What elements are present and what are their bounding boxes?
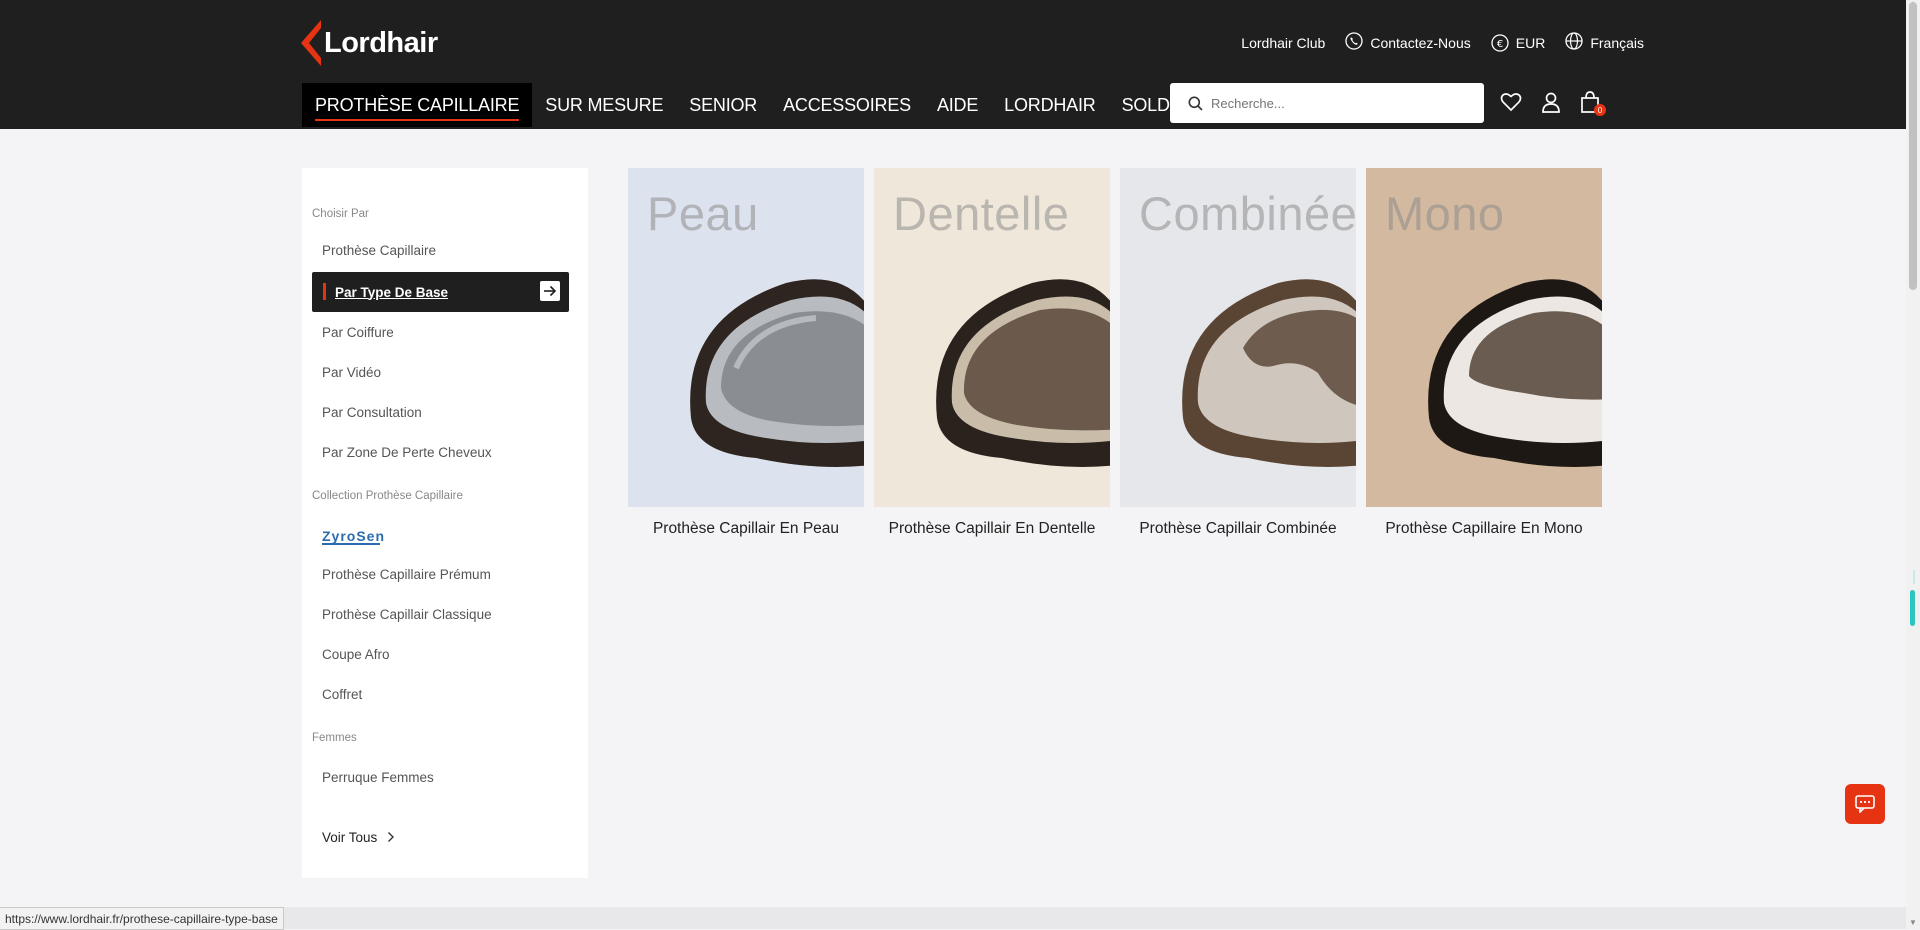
sidebar-item-label: Prothèse Capillaire bbox=[322, 242, 437, 258]
sidebar-item-label: Perruque Femmes bbox=[322, 769, 434, 785]
card-combinee[interactable]: Combinée bbox=[1120, 168, 1356, 507]
nav-sur-mesure[interactable]: SUR MESURE bbox=[532, 83, 676, 127]
card-caption-peau[interactable]: Prothèse Capillair En Peau bbox=[628, 520, 864, 538]
language-selector[interactable]: Français bbox=[1565, 32, 1644, 53]
main-nav: PROTHÈSE CAPILLAIRE SUR MESURE SENIOR AC… bbox=[302, 83, 1195, 127]
chat-icon bbox=[1855, 795, 1875, 813]
euro-icon: € bbox=[1491, 33, 1509, 52]
card-title: Peau bbox=[647, 187, 759, 240]
sidebar-item-par-video[interactable]: Par Vidéo bbox=[312, 353, 569, 391]
language-label: Français bbox=[1590, 34, 1644, 51]
scroll-down-arrow-icon[interactable]: ▼ bbox=[1909, 919, 1917, 927]
hairpiece-image bbox=[1428, 279, 1602, 467]
zyrosen-label: ZyroSen bbox=[322, 527, 386, 544]
user-icon[interactable] bbox=[1540, 91, 1562, 113]
currency-selector[interactable]: € EUR bbox=[1491, 33, 1546, 52]
arrow-right-icon bbox=[540, 281, 560, 301]
search-input[interactable] bbox=[1209, 94, 1484, 112]
club-link[interactable]: Lordhair Club bbox=[1241, 35, 1325, 51]
see-all-link[interactable]: Voir Tous bbox=[312, 818, 569, 856]
side-widget-tab[interactable] bbox=[1910, 590, 1915, 626]
status-url: https://www.lordhair.fr/prothese-capilla… bbox=[0, 907, 284, 930]
hairpiece-image bbox=[936, 279, 1110, 467]
card-peau[interactable]: Peau bbox=[628, 168, 864, 507]
nav-prothese-capillaire[interactable]: PROTHÈSE CAPILLAIRE bbox=[302, 83, 533, 127]
euro-symbol: € bbox=[1497, 39, 1503, 50]
currency-label: EUR bbox=[1515, 34, 1546, 51]
cart-icon[interactable]: 0 bbox=[1580, 91, 1606, 116]
sidebar-item-label: Coffret bbox=[322, 686, 363, 702]
card-mono[interactable]: Mono bbox=[1366, 168, 1602, 507]
sidebar-item-premum[interactable]: Prothèse Capillaire Prémum bbox=[312, 555, 569, 593]
hairpiece-image bbox=[1182, 279, 1356, 467]
bottom-bar bbox=[0, 907, 1906, 929]
utility-bar: Lordhair Club Contactez-Nous € EUR Franç… bbox=[1241, 32, 1644, 53]
contact-link[interactable]: Contactez-Nous bbox=[1345, 32, 1471, 53]
card-caption-dentelle[interactable]: Prothèse Capillair En Dentelle bbox=[874, 520, 1110, 538]
chevron-right-icon bbox=[387, 831, 395, 843]
sidebar-item-label: Par Zone De Perte Cheveux bbox=[322, 444, 492, 460]
phone-icon bbox=[1345, 32, 1364, 53]
card-dentelle[interactable]: Dentelle bbox=[874, 168, 1110, 507]
sidebar-item-label: Coupe Afro bbox=[322, 646, 390, 662]
sidebar-item-par-coiffure[interactable]: Par Coiffure bbox=[312, 313, 569, 351]
logo[interactable]: Lordhair bbox=[301, 18, 438, 68]
card-caption-mono[interactable]: Prothèse Capillaire En Mono bbox=[1366, 520, 1602, 538]
sidebar-item-par-zone[interactable]: Par Zone De Perte Cheveux bbox=[312, 433, 569, 471]
club-label: Lordhair Club bbox=[1241, 34, 1326, 51]
sidebar-item-perruque-femmes[interactable]: Perruque Femmes bbox=[312, 758, 569, 796]
sidebar-item-par-consultation[interactable]: Par Consultation bbox=[312, 393, 569, 431]
sidebar-item-classique[interactable]: Prothèse Capillair Classique bbox=[312, 595, 569, 633]
card-title: Combinée bbox=[1139, 187, 1356, 240]
section-title-choisir-par: Choisir Par bbox=[312, 208, 369, 220]
chat-button[interactable] bbox=[1845, 784, 1885, 824]
logo-text: Lordhair bbox=[324, 26, 438, 59]
sidebar-item-zyrosen[interactable]: ZyroSen bbox=[312, 517, 569, 555]
section-title-femmes: Femmes bbox=[312, 732, 357, 744]
heart-icon[interactable] bbox=[1500, 92, 1522, 112]
logo-chevron-icon bbox=[301, 20, 323, 66]
sidebar-item-label: Par Coiffure bbox=[322, 324, 394, 340]
card-caption-combinee[interactable]: Prothèse Capillair Combinée bbox=[1120, 520, 1356, 538]
search-icon bbox=[1188, 96, 1203, 111]
scrollbar-thumb[interactable] bbox=[1909, 2, 1917, 290]
side-accent-line bbox=[1913, 570, 1915, 584]
nav-accessoires[interactable]: ACCESSOIRES bbox=[770, 83, 924, 127]
nav-lordhair[interactable]: LORDHAIR bbox=[991, 83, 1108, 127]
category-sidebar: Choisir Par Prothèse Capillaire Par Type… bbox=[302, 168, 588, 878]
card-title: Dentelle bbox=[893, 187, 1070, 240]
sidebar-item-coffret[interactable]: Coffret bbox=[312, 675, 569, 713]
sidebar-item-prothese-capillaire[interactable]: Prothèse Capillaire bbox=[312, 231, 569, 269]
sidebar-item-label: Par Type De Base bbox=[335, 284, 449, 300]
header-icons: 0 bbox=[1500, 91, 1606, 116]
sidebar-item-label: Prothèse Capillair Classique bbox=[322, 606, 492, 622]
see-all-label: Voir Tous bbox=[322, 829, 378, 845]
hairpiece-image bbox=[690, 279, 864, 467]
cart-count-badge: 0 bbox=[1594, 104, 1606, 116]
card-title: Mono bbox=[1385, 187, 1505, 240]
search-box[interactable] bbox=[1170, 83, 1484, 123]
sidebar-item-label: Par Consultation bbox=[322, 404, 422, 420]
sidebar-item-label: Par Vidéo bbox=[322, 364, 382, 380]
nav-aide[interactable]: AIDE bbox=[924, 83, 991, 127]
contact-label: Contactez-Nous bbox=[1370, 34, 1471, 51]
nav-senior[interactable]: SENIOR bbox=[676, 83, 770, 127]
globe-icon bbox=[1565, 32, 1583, 53]
sidebar-item-coupe-afro[interactable]: Coupe Afro bbox=[312, 635, 569, 673]
zyrosen-logo: ZyroSen bbox=[322, 528, 385, 545]
sidebar-item-label: Prothèse Capillaire Prémum bbox=[322, 566, 491, 582]
sidebar-item-par-type-de-base[interactable]: Par Type De Base bbox=[312, 272, 569, 312]
site-header: Lordhair Lordhair Club Contactez-Nous € … bbox=[0, 0, 1906, 129]
section-title-collection: Collection Prothèse Capillaire bbox=[312, 490, 463, 502]
active-indicator bbox=[323, 283, 326, 300]
